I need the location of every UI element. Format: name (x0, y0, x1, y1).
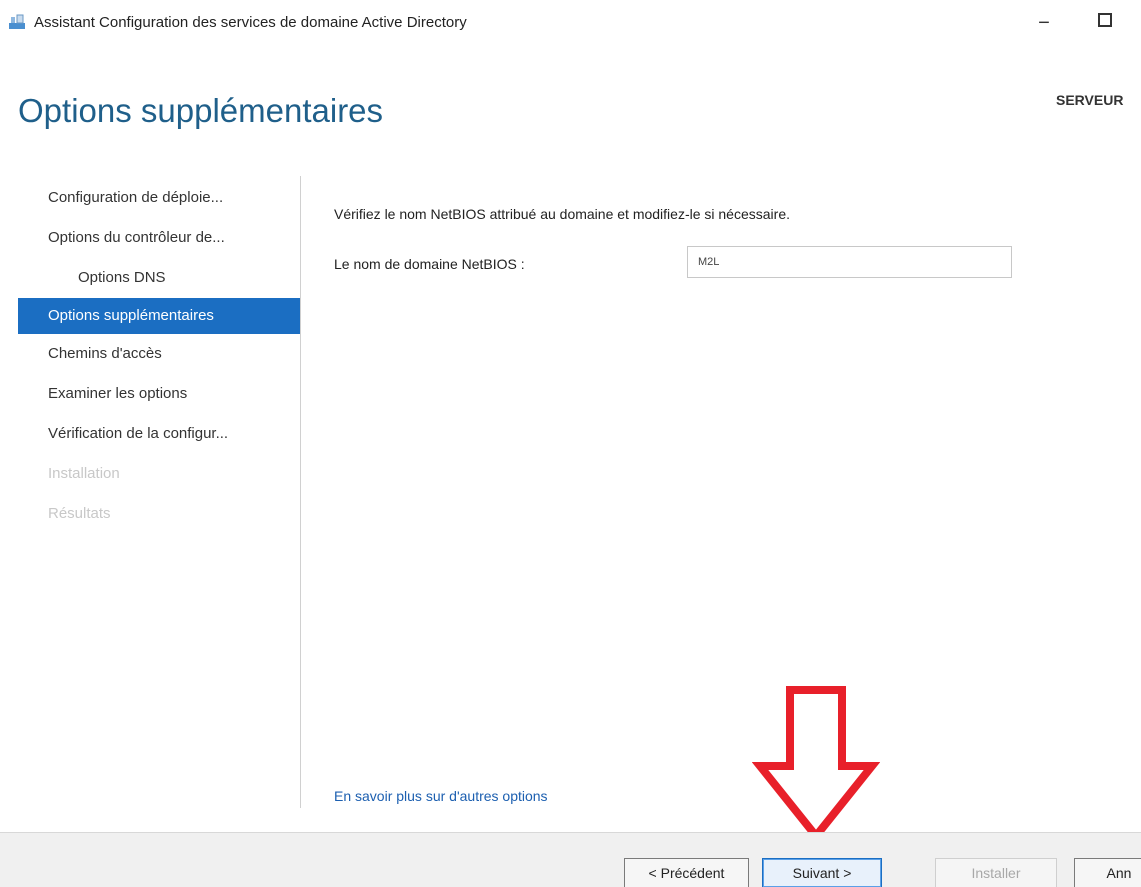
nav-step-paths[interactable]: Chemins d'accès (18, 336, 300, 372)
page-title: Options supplémentaires (18, 92, 384, 129)
arrow-down-icon (752, 686, 880, 842)
nav-step-prereq-check[interactable]: Vérification de la configur... (18, 416, 300, 452)
title-bar: Assistant Configuration des services de … (0, 0, 1141, 48)
nav-step-review[interactable]: Examiner les options (18, 376, 300, 412)
nav-step-dns-options[interactable]: Options DNS (18, 260, 300, 296)
netbios-description: Vérifiez le nom NetBIOS attribué au doma… (334, 206, 790, 222)
more-options-link[interactable]: En savoir plus sur d'autres options (334, 788, 548, 804)
netbios-label: Le nom de domaine NetBIOS : (334, 256, 525, 272)
minimize-button[interactable]: − (1030, 9, 1058, 37)
window-title: Assistant Configuration des services de … (34, 14, 467, 31)
server-name: SERVEUR (1056, 92, 1124, 108)
netbios-name-input[interactable] (687, 246, 1012, 278)
nav-divider (300, 176, 301, 808)
nav-step-installation: Installation (48, 465, 120, 482)
install-button: Installer (935, 858, 1057, 887)
nav-step-additional-options[interactable]: Options supplémentaires (18, 298, 300, 334)
maximize-button[interactable] (1098, 13, 1112, 27)
next-button[interactable]: Suivant > (762, 858, 882, 887)
nav-step-deployment[interactable]: Configuration de déploie... (18, 180, 300, 216)
nav-step-results: Résultats (48, 505, 111, 522)
ad-wizard-icon (9, 14, 25, 29)
previous-button[interactable]: < Précédent (624, 858, 749, 887)
nav-step-dc-options[interactable]: Options du contrôleur de... (18, 220, 300, 256)
cancel-button[interactable]: Ann (1074, 858, 1141, 887)
